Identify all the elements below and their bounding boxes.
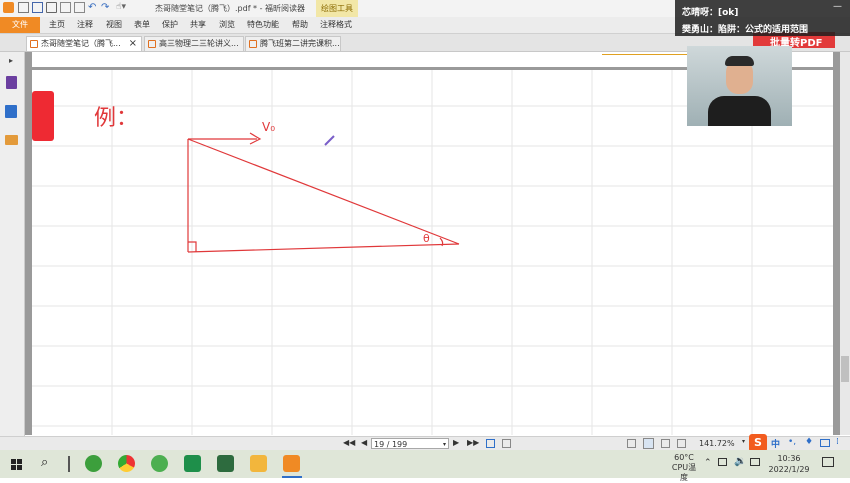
continuous-page-icon[interactable]	[643, 438, 654, 449]
close-tab-icon[interactable]: ×	[129, 37, 137, 51]
page-dropdown-icon[interactable]: ▾	[443, 439, 446, 450]
undo-icon[interactable]: ↶	[88, 2, 99, 13]
pdf-file-icon	[30, 40, 38, 48]
triangle-drawing	[187, 132, 460, 253]
close-video-icon[interactable]: ✕	[822, 52, 834, 68]
teacher-video	[687, 46, 792, 126]
tab-label: 杰哥随堂笔记（腾飞...	[41, 39, 121, 48]
menu-comment[interactable]: 注释	[77, 17, 93, 33]
chrome-icon[interactable]	[118, 455, 135, 472]
message-icon[interactable]	[750, 458, 760, 466]
menu-form[interactable]: 表单	[134, 17, 150, 33]
menu-help[interactable]: 帮助	[292, 17, 308, 33]
continuous-facing-icon[interactable]	[677, 439, 686, 448]
ie-browser-icon[interactable]	[85, 455, 102, 472]
pages-icon[interactable]	[5, 105, 17, 118]
menu-browse[interactable]: 浏览	[219, 17, 235, 33]
scrollbar-thumb[interactable]	[841, 356, 849, 382]
wechat-icon[interactable]	[151, 455, 168, 472]
show-hidden-icons[interactable]: ⌃	[704, 458, 712, 468]
zoom-dropdown-icon[interactable]: ▾	[742, 438, 745, 445]
spreadsheet-app-icon[interactable]	[217, 455, 234, 472]
ime-punctuation-icon[interactable]: •,	[788, 437, 796, 447]
zoom-level[interactable]: 141.72%	[699, 439, 735, 448]
keyboard-icon[interactable]	[820, 439, 830, 447]
left-panel: ▸	[0, 52, 25, 436]
menu-share[interactable]: 共享	[190, 17, 206, 33]
tab-label: 腾飞班第二讲完课积...	[260, 39, 340, 48]
menu-file[interactable]: 文件	[0, 17, 40, 33]
tab-drawing-tools[interactable]: 绘图工具	[316, 0, 358, 17]
excel-icon[interactable]	[184, 455, 201, 472]
previous-page-icon[interactable]: ◀	[361, 438, 367, 447]
example-label: 例：	[94, 106, 139, 131]
file-explorer-icon[interactable]	[250, 455, 267, 472]
minimize-icon[interactable]: —	[833, 2, 842, 12]
tab-document-3[interactable]: 腾飞班第二讲完课积...	[245, 36, 341, 51]
taskbar-divider	[68, 456, 70, 472]
volume-icon[interactable]: 🔉	[734, 456, 746, 467]
page-number-input[interactable]: 19 / 199 ▾	[371, 438, 449, 449]
ime-menu-icon[interactable]: ⁞	[836, 437, 839, 447]
presenter-hair	[725, 56, 754, 66]
tab-document-1[interactable]: 杰哥随堂笔记（腾飞... ×	[26, 36, 142, 51]
status-bar: ◀◀ ◀ 19 / 199 ▾ ▶ ▶▶ 141.72% ▾ S 中 •, ♦ …	[0, 434, 850, 452]
velocity-label: V₀	[262, 120, 276, 134]
windows-start-icon[interactable]	[11, 459, 22, 470]
last-page-icon[interactable]: ▶▶	[467, 438, 479, 447]
single-page-icon[interactable]	[627, 439, 636, 448]
tab-label: 高三物理二三轮讲义...	[159, 39, 239, 48]
open-icon[interactable]	[18, 2, 29, 13]
chat-message-2: 樊勇山：陷阱：公式的适用范围	[682, 25, 809, 35]
menu-view[interactable]: 视图	[106, 17, 122, 33]
previous-page-ink-line	[602, 54, 692, 55]
fit-page-icon[interactable]	[502, 439, 511, 448]
tab-document-2[interactable]: 高三物理二三轮讲义...	[144, 36, 244, 51]
notifications-icon[interactable]	[822, 457, 834, 467]
chat-message-1: 芯晴呀：[ok]	[682, 8, 739, 18]
pen-cursor-icon	[324, 135, 335, 146]
window-title: 杰哥随堂笔记（腾飞）.pdf * - 福昕阅读器	[155, 4, 306, 13]
pdf-file-icon	[148, 40, 156, 48]
network-icon[interactable]	[718, 458, 727, 466]
first-page-icon[interactable]: ◀◀	[343, 438, 355, 447]
scan-icon[interactable]	[60, 2, 71, 13]
app-logo-icon	[3, 2, 14, 13]
menu-features[interactable]: 特色功能	[247, 17, 279, 33]
red-bookmark-tab[interactable]	[32, 91, 54, 141]
print-icon[interactable]	[46, 2, 57, 13]
search-icon[interactable]: ⌕	[41, 455, 48, 470]
save-icon[interactable]	[32, 2, 43, 13]
customize-quick-access-icon[interactable]: ☝▾	[116, 2, 140, 13]
menu-home[interactable]: 主页	[49, 17, 65, 33]
angle-label: θ	[423, 232, 430, 245]
system-clock[interactable]: 10:36 2022/1/29	[766, 453, 812, 475]
next-page-icon[interactable]: ▶	[453, 438, 459, 447]
menu-comment-format[interactable]: 注释格式	[320, 17, 352, 33]
menu-protect[interactable]: 保护	[162, 17, 178, 33]
bookmarks-icon[interactable]	[6, 76, 17, 89]
chat-overlay: 芯晴呀：[ok] 樊勇山：陷阱：公式的适用范围 —	[675, 0, 850, 36]
presenter-body	[708, 96, 771, 126]
cpu-temperature[interactable]: 60°C CPU温度	[668, 453, 700, 483]
windows-taskbar: ⌕ 60°C CPU温度 ⌃ 🔉 10:36 2022/1/29	[0, 450, 850, 482]
ime-language-toggle[interactable]: 中	[771, 437, 780, 450]
pdf-file-icon	[249, 40, 257, 48]
view-switch-icon[interactable]	[486, 439, 495, 448]
redo-icon[interactable]: ↷	[101, 2, 112, 13]
microphone-icon[interactable]: ♦	[805, 437, 813, 447]
expand-panel-icon[interactable]: ▸	[9, 56, 13, 65]
facing-page-icon[interactable]	[661, 439, 670, 448]
vertical-scrollbar[interactable]	[840, 52, 850, 435]
comments-icon[interactable]	[5, 135, 18, 145]
foxit-reader-icon[interactable]	[283, 455, 300, 472]
hand-tool-icon[interactable]	[74, 2, 85, 13]
